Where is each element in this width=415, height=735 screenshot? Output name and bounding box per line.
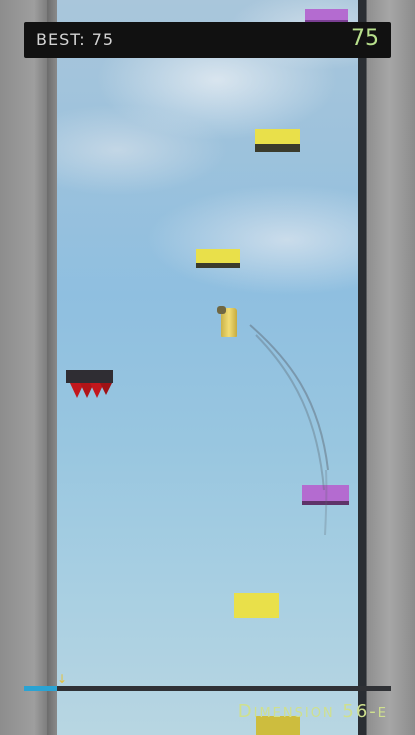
level-name: Dimension 56-e <box>237 701 388 722</box>
platform-yellow-3 <box>234 593 279 618</box>
jump-trail <box>249 324 329 536</box>
best-score: BEST: 75 <box>36 30 115 49</box>
level-progress-fill <box>24 686 58 691</box>
player-character <box>217 306 237 337</box>
level-progress-bar <box>24 686 391 691</box>
game-scene[interactable]: BEST: 75 75 ↓ Dimension 56-e <box>0 0 415 735</box>
current-score: 75 <box>351 26 379 51</box>
spike-hazard <box>66 370 113 400</box>
down-arrow-icon: ↓ <box>57 672 68 686</box>
platform-yellow-1 <box>255 129 300 152</box>
right-wall <box>358 0 415 735</box>
platform-yellow-2 <box>196 249 240 268</box>
score-bar: BEST: 75 75 <box>24 22 391 58</box>
platform-purple-top <box>305 9 348 23</box>
left-wall-edge <box>47 0 57 735</box>
